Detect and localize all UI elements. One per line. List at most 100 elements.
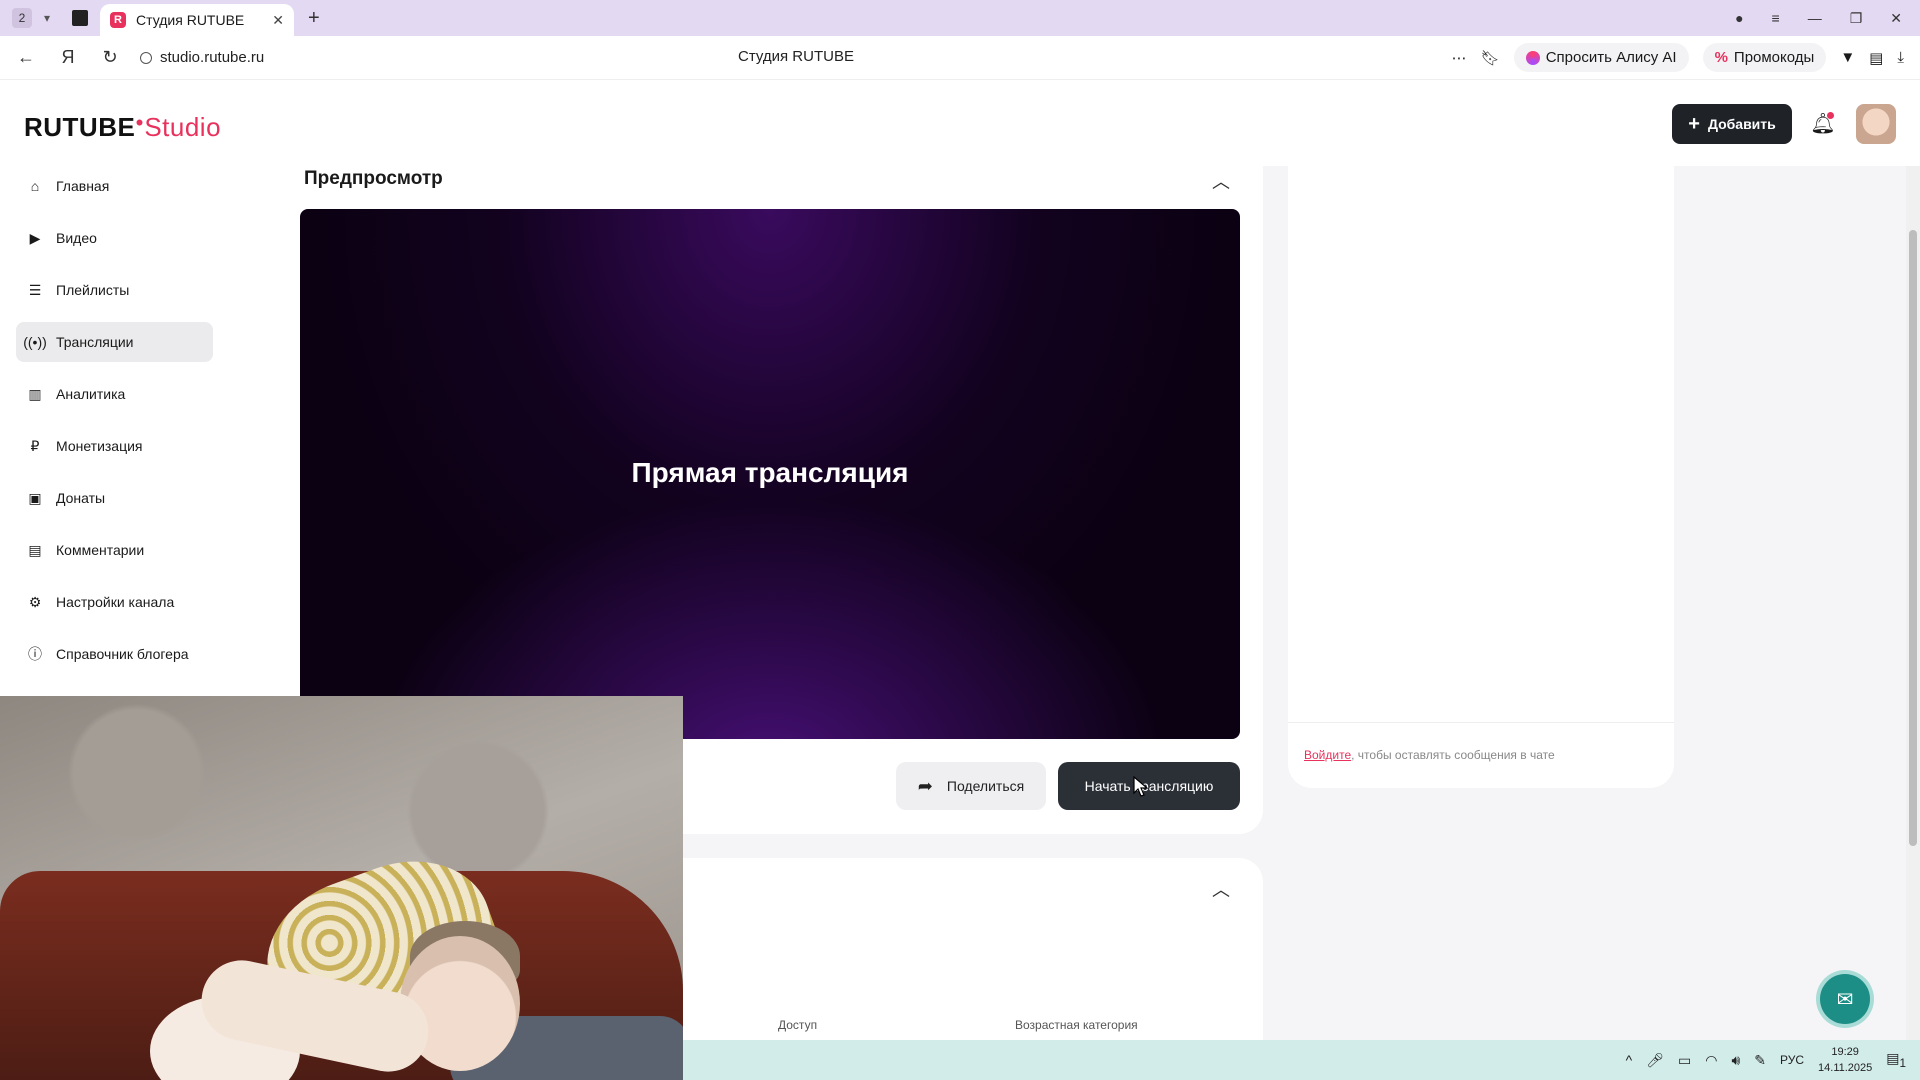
mouse-cursor-icon	[1133, 776, 1149, 797]
preview-section-title: Предпросмотр	[304, 168, 443, 189]
login-text: , чтобы оставлять сообщения в чате	[1351, 748, 1555, 762]
chevron-up-icon[interactable]: ︿	[1212, 876, 1230, 902]
rutube-studio-logo[interactable]: RUTUBE●Studio	[24, 112, 221, 143]
sidebar-item-video[interactable]: ▶ Видео	[16, 218, 213, 258]
chat-divider	[1288, 722, 1674, 723]
sidebar-item-monetization[interactable]: ₽ Монетизация	[16, 426, 213, 466]
chevron-up-icon[interactable]: ︿	[1212, 168, 1230, 194]
tab-title: Студия RUTUBE	[136, 12, 245, 28]
reload-icon[interactable]: ↻	[94, 47, 126, 68]
sidebar-item-channel-settings[interactable]: ⚙ Настройки канала	[16, 582, 213, 622]
promo-codes-button[interactable]: % Промокоды	[1702, 43, 1827, 72]
collections-icon[interactable]: ▤	[1869, 49, 1883, 67]
browser-tab-strip: 2 ▾ R Студия RUTUBE ✕ + ● ≡ — ❐ ✕	[0, 0, 1920, 36]
support-chat-icon[interactable]: ✉	[1820, 974, 1870, 1024]
chevron-down-icon[interactable]: ▾	[44, 11, 50, 25]
logo-suffix: Studio	[144, 112, 222, 142]
home-icon: ⌂	[30, 178, 40, 194]
tab-rutube-studio[interactable]: R Студия RUTUBE ✕	[100, 4, 295, 36]
comment-icon: ▤	[28, 541, 42, 558]
broadcast-icon: ((•))	[23, 334, 47, 350]
wallet-icon: ▣	[28, 489, 42, 506]
sidebar-item-comments[interactable]: ▤ Комментарии	[16, 530, 213, 570]
sidebar-item-home[interactable]: ⌂ Главная	[16, 166, 213, 206]
sidebar-item-analytics[interactable]: ▥ Аналитика	[16, 374, 213, 414]
more-icon[interactable]: ⋯	[1452, 49, 1467, 67]
info-icon: ⓘ	[28, 646, 42, 662]
alice-icon	[1525, 50, 1540, 65]
avatar[interactable]	[1856, 104, 1896, 144]
wifi-icon[interactable]: ◠	[1705, 1052, 1717, 1069]
logo-main: RUTUBE	[24, 112, 136, 142]
scrollbar-thumb[interactable]	[1909, 230, 1917, 846]
close-icon[interactable]: ✕	[272, 12, 284, 29]
plus-icon: +	[1688, 112, 1700, 135]
chevron-up-icon[interactable]: ^	[1626, 1052, 1633, 1068]
tab-count-badge[interactable]: 2	[12, 8, 32, 28]
analytics-icon: ▥	[28, 385, 42, 402]
url-field[interactable]: studio.rutube.ru	[140, 49, 264, 66]
logo-dot: ●	[135, 113, 145, 130]
bell-icon[interactable]: 🔔︎	[1810, 110, 1836, 136]
site-info-icon[interactable]	[140, 51, 152, 64]
pinned-tab[interactable]	[72, 10, 89, 26]
window-controls: ● ≡ — ❐ ✕	[1735, 10, 1902, 27]
share-icon: ➦	[917, 775, 933, 796]
rutube-favicon-icon: R	[110, 12, 127, 28]
ask-alice-label: Спросить Алису AI	[1545, 49, 1677, 66]
new-tab-button[interactable]: +	[308, 7, 320, 30]
share-label: Поделиться	[946, 778, 1025, 794]
back-arrow-icon[interactable]: ←	[10, 47, 42, 68]
chat-card	[1288, 166, 1674, 788]
sidebar-item-broadcasts[interactable]: ((•)) Трансляции	[16, 322, 213, 362]
chat-login-prompt: Войдите, чтобы оставлять сообщения в чат…	[1304, 748, 1555, 762]
sidebar-item-blogger-guide[interactable]: ⓘ Справочник блогера	[16, 634, 213, 674]
address-bar: ← Я ↻ studio.rutube.ru Студия RUTUBE ⋯ 🔖…	[0, 36, 1920, 80]
share-button[interactable]: ➦ Поделиться	[896, 762, 1046, 810]
sidebar-item-label: Монетизация	[56, 438, 143, 454]
clock-time: 19:29	[1831, 1046, 1859, 1058]
pen-icon[interactable]: ✎	[1754, 1052, 1766, 1069]
access-label: Доступ	[778, 1018, 818, 1032]
sidebar-item-label: Главная	[56, 178, 110, 194]
sidebar-item-label: Аналитика	[56, 386, 126, 402]
extension-icon[interactable]: ▼	[1840, 49, 1855, 66]
sidebar-item-label: Донаты	[56, 490, 106, 506]
volume-icon[interactable]: 🔊︎	[1731, 1052, 1740, 1069]
address-bar-actions: ⋯ 🔖︎ Спросить Алису AI % Промокоды ▼ ▤ ⤓	[1452, 43, 1904, 72]
close-window-button[interactable]: ✕	[1890, 10, 1902, 27]
video-player[interactable]: Прямая трансляция	[300, 209, 1240, 739]
percent-icon: %	[1714, 49, 1728, 66]
sidebar-item-label: Справочник блогера	[56, 646, 189, 662]
start-broadcast-button[interactable]: Начать трансляцию	[1058, 762, 1240, 810]
url-text: studio.rutube.ru	[160, 49, 265, 66]
restore-button[interactable]: ❐	[1850, 10, 1863, 27]
bookmark-icon[interactable]: 🔖︎	[1481, 49, 1500, 67]
ask-alice-button[interactable]: Спросить Алису AI	[1513, 43, 1689, 72]
promo-codes-label: Промокоды	[1733, 49, 1815, 66]
menu-icon[interactable]: ≡	[1772, 10, 1780, 26]
video-icon: ▶	[29, 229, 41, 246]
yandex-icon[interactable]: Я	[52, 47, 84, 68]
minimize-button[interactable]: —	[1808, 10, 1822, 26]
sidebar-item-donations[interactable]: ▣ Донаты	[16, 478, 213, 518]
sidebar-item-label: Комментарии	[56, 542, 145, 558]
microphone-icon[interactable]: 🎤︎	[1646, 1052, 1664, 1069]
login-link[interactable]: Войдите	[1304, 748, 1351, 762]
clock-date: 14.11.2025	[1818, 1062, 1873, 1074]
profile-icon[interactable]: ●	[1735, 10, 1743, 26]
gear-icon: ⚙	[28, 593, 42, 610]
ruble-icon: ₽	[30, 437, 40, 454]
battery-icon[interactable]: ▭	[1678, 1052, 1691, 1069]
sidebar-item-playlists[interactable]: ☰ Плейлисты	[16, 270, 213, 310]
sidebar-item-label: Плейлисты	[56, 282, 130, 298]
age-category-label: Возрастная категория	[1015, 1018, 1138, 1032]
sidebar-item-label: Трансляции	[56, 334, 134, 350]
clock[interactable]: 19:29 14.11.2025	[1818, 1044, 1872, 1076]
language-indicator[interactable]: РУС	[1780, 1053, 1804, 1067]
page-title: Студия RUTUBE	[738, 48, 854, 65]
download-icon[interactable]: ⤓	[1897, 49, 1904, 66]
notification-count: 1	[1899, 1056, 1906, 1070]
notification-icon[interactable]: ▤1	[1886, 1050, 1906, 1070]
add-button[interactable]: + Добавить	[1672, 104, 1792, 144]
